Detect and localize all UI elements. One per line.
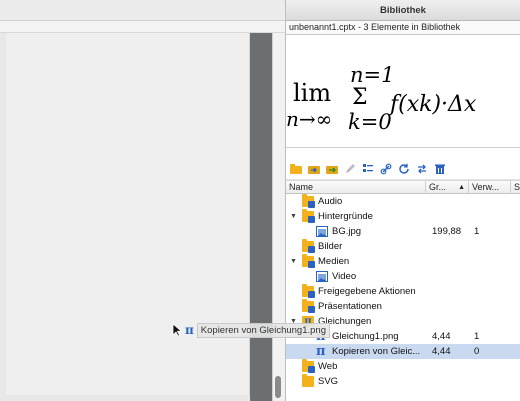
equation-icon: π	[185, 322, 194, 337]
library-item-bilder[interactable]: Bilder	[286, 239, 520, 254]
formula-body: f(xk)·Δx	[388, 92, 477, 117]
column-size-label: Gr...	[429, 182, 447, 192]
stage-ruler-bar	[0, 21, 285, 33]
library-item-usage: 1	[474, 331, 480, 342]
disclosure-triangle-icon[interactable]: ▼	[289, 209, 298, 224]
library-item-web[interactable]: Web	[286, 359, 520, 374]
properties-icon[interactable]	[361, 162, 375, 176]
video-folder-icon	[316, 271, 328, 282]
library-item-label: BG.jpg	[332, 226, 362, 237]
library-item-usage: 0	[474, 346, 480, 357]
library-summary: unbenannt1.cptx - 3 Elemente in Biblioth…	[286, 21, 520, 35]
library-item-size: 4,44	[432, 346, 451, 357]
library-item-label: Video	[332, 271, 357, 282]
equation-preview: lim n→∞ n=1 Σ k=0 f(xk)·Δx	[286, 63, 477, 134]
images-folder-icon	[302, 239, 315, 253]
canvas-gutter	[250, 33, 272, 401]
svg-folder-icon	[302, 374, 314, 387]
library-item-label: Medien	[318, 256, 350, 267]
library-tree: Audio ▼ Hintergründe BG.jpg 199,88 1 Bilder ▼ Me…	[286, 194, 520, 389]
refresh-icon[interactable]	[397, 162, 411, 176]
media-folder-icon	[302, 254, 315, 268]
library-item-label: Web	[318, 361, 338, 372]
column-name[interactable]: Name	[286, 181, 426, 194]
library-item-label: Präsentationen	[318, 301, 382, 312]
arrow-cursor-icon	[172, 323, 182, 337]
library-toolbar	[286, 158, 520, 180]
background-folder-icon	[302, 209, 315, 223]
library-item-size: 199,88	[432, 226, 462, 237]
library-item-usage: 1	[474, 226, 480, 237]
image-file-icon	[316, 226, 328, 237]
library-preview: lim n→∞ n=1 Σ k=0 f(xk)·Δx	[286, 35, 520, 148]
sort-ascending-icon: ▲	[458, 184, 465, 191]
library-item-label: Freigegebene Aktionen	[318, 286, 416, 297]
formula-lim-subscript: n→∞	[286, 107, 332, 131]
column-usage[interactable]: Verw...	[469, 181, 511, 194]
library-item-kopieren-von-gleic[interactable]: π Kopieren von Gleic... 4,44 0	[286, 344, 520, 359]
link-icon[interactable]	[379, 162, 393, 176]
drag-ghost: π Kopieren von Gleichung1.png	[172, 322, 330, 338]
library-panel-title: Bibliothek	[286, 0, 520, 21]
export-icon[interactable]	[325, 162, 339, 176]
import-icon[interactable]	[307, 162, 321, 176]
formula-sum-symbol: Σ	[352, 85, 368, 110]
column-extra[interactable]: S	[511, 181, 520, 194]
formula-sum-bottom: k=0	[348, 110, 392, 134]
audio-folder-icon	[302, 194, 315, 208]
disclosure-triangle-icon[interactable]: ▼	[289, 254, 298, 269]
library-item-bg-jpg[interactable]: BG.jpg 199,88 1	[286, 224, 520, 239]
library-item-label: Kopieren von Gleic...	[332, 346, 421, 357]
library-item-video[interactable]: Video	[286, 269, 520, 284]
library-column-header: Name Gr... ▲ Verw... S	[286, 180, 520, 194]
scrollbar-thumb[interactable]	[275, 376, 281, 398]
library-item-audio[interactable]: Audio	[286, 194, 520, 209]
presentations-folder-icon	[302, 299, 315, 313]
library-item-hintergr-nde[interactable]: ▼ Hintergründe	[286, 209, 520, 224]
library-item-label: Gleichungen	[318, 316, 372, 327]
stage-top-bar	[0, 0, 285, 21]
formula-sum-top: n=1	[350, 63, 394, 87]
formula-lim: lim	[293, 79, 331, 107]
drag-ghost-label: Kopieren von Gleichung1.png	[196, 322, 330, 338]
edit-icon[interactable]	[343, 162, 357, 176]
library-item-pr-sentationen[interactable]: Präsentationen	[286, 299, 520, 314]
slide-canvas[interactable]	[6, 33, 250, 395]
library-item-label: Audio	[318, 196, 343, 207]
equation-icon: π	[316, 344, 326, 359]
library-item-size: 4,44	[432, 331, 451, 342]
delete-icon[interactable]	[433, 162, 447, 176]
library-item-freigegebene-aktionen[interactable]: Freigegebene Aktionen	[286, 284, 520, 299]
library-item-medien[interactable]: ▼ Medien	[286, 254, 520, 269]
web-folder-icon	[302, 359, 315, 373]
library-panel: Bibliothek unbenannt1.cptx - 3 Elemente …	[285, 0, 520, 401]
folder-open-icon[interactable]	[289, 162, 303, 176]
library-item-label: SVG	[318, 376, 339, 387]
shared-actions-folder-icon	[302, 284, 315, 298]
swap-icon[interactable]	[415, 162, 429, 176]
library-item-label: Hintergründe	[318, 211, 373, 222]
library-item-label: Bilder	[318, 241, 343, 252]
library-item-svg[interactable]: SVG	[286, 374, 520, 389]
vertical-scrollbar[interactable]	[272, 33, 285, 401]
column-size[interactable]: Gr... ▲	[426, 181, 469, 194]
stage-area	[0, 0, 285, 401]
library-item-label: Gleichung1.png	[332, 331, 399, 342]
